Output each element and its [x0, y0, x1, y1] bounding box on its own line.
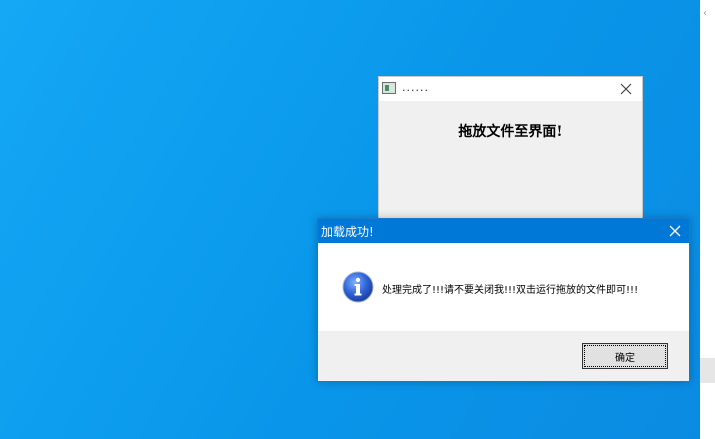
ok-button[interactable]: 确定 [582, 343, 668, 369]
drop-instruction-heading: 拖放文件至界面! [458, 124, 563, 140]
window-title: ...... [402, 81, 429, 94]
title-bar[interactable]: 加载成功! [318, 219, 689, 243]
message-box-title: 加载成功! [321, 225, 374, 239]
scrollbar-fragment [700, 358, 715, 383]
success-message-box[interactable]: 加载成功! 处理完成了!!!请不要关闭我!!!双击运行拖放的文件即可!!! 确定 [317, 218, 690, 382]
ok-button-label: 确定 [584, 345, 666, 367]
drop-target-window[interactable]: ...... 拖放文件至界面! [378, 76, 643, 226]
message-text: 处理完成了!!!请不要关闭我!!!双击运行拖放的文件即可!!! [382, 285, 639, 296]
chevron-left-icon[interactable]: ‹ [703, 8, 707, 19]
app-window-icon [382, 82, 396, 94]
message-body: 处理完成了!!!请不要关闭我!!!双击运行拖放的文件即可!!! [318, 243, 689, 331]
adjacent-window-edge: ‹ [700, 0, 715, 439]
close-icon[interactable] [616, 79, 636, 99]
close-icon[interactable] [665, 221, 685, 241]
info-icon [342, 271, 374, 303]
title-bar[interactable]: ...... [379, 77, 642, 101]
